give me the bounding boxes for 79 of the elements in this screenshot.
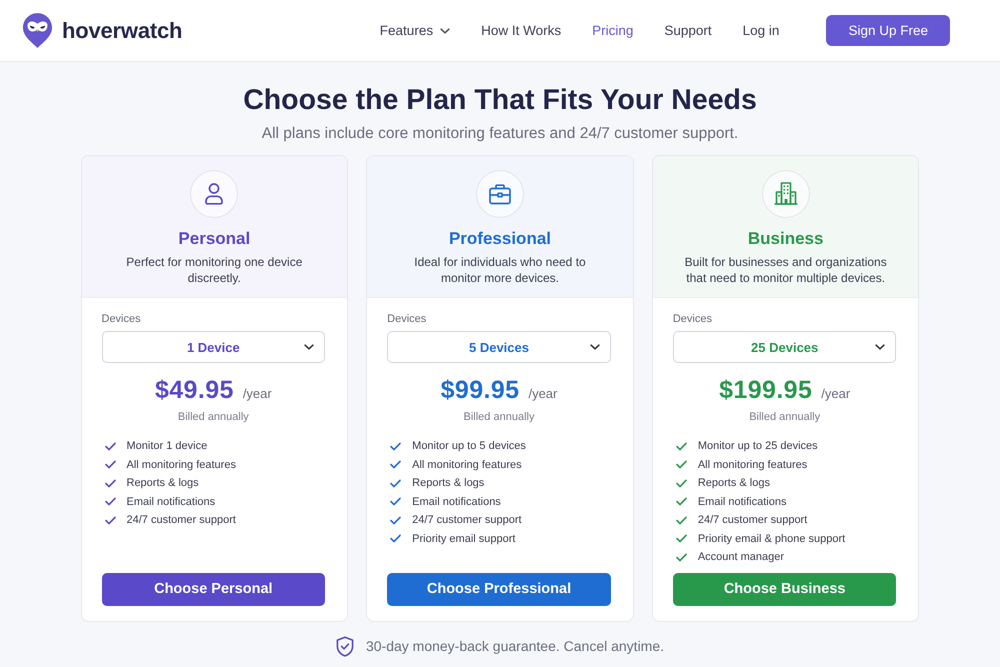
device-select[interactable]: 25 Devices [672,331,896,363]
chevron-down-icon [875,344,886,350]
check-icon [676,497,687,506]
feature-text: Email notifications [412,496,501,508]
price-amount: $199.95 [719,375,812,405]
guarantee-text: 30-day money-back guarantee. Cancel anytime. [366,637,664,656]
device-select[interactable]: 1 Device [102,331,326,363]
feature-text: Account manager [698,551,784,564]
device-select[interactable]: 5 Devices [387,331,611,363]
check-icon [390,478,402,488]
billing-note: Billed annually [462,410,536,424]
sign-up-button[interactable]: Sign Up Free [826,15,950,46]
price-period: /year [821,385,850,403]
plan-title: Personal [178,228,250,250]
check-icon [390,460,402,470]
price-amount: $99.95 [440,375,520,405]
check-icon [104,516,116,525]
chevron-down-icon [590,344,600,350]
plan-description: Ideal for individuals who need to monitor more devices. [413,254,587,286]
check-icon [390,534,402,544]
price-period: /year [242,385,272,403]
feature-text: All monitoring features [698,458,808,471]
feature-text: Priority email support [412,532,516,545]
feature-text: Reports & logs [412,477,484,490]
check-icon [390,442,402,451]
price-amount: $49.95 [154,375,234,405]
nav-link[interactable]: How It Works [481,23,562,38]
check-icon [104,497,116,506]
nav-link[interactable]: Log in [742,23,780,38]
briefcase-icon [476,170,524,218]
choose-plan-button[interactable]: Choose Personal [102,572,326,606]
feature-text: All monitoring features [412,458,522,471]
check-icon [676,534,687,544]
nav-link[interactable]: Support [664,23,712,38]
field-label: Devices [102,312,142,326]
check-icon [676,460,687,470]
feature-text: Monitor up to 25 devices [698,440,818,452]
feature-text: Monitor up to 5 devices [412,440,526,452]
check-icon [676,516,687,525]
plan-title: Professional [448,228,552,250]
chevron-down-icon [304,344,314,350]
feature-text: All monitoring features [126,458,236,471]
page-title: Choose the Plan That Fits Your Needs [242,83,758,117]
check-icon [104,478,116,488]
plan-description: Perfect for monitoring one device discreetly. [125,254,304,286]
feature-text: 24/7 customer support [126,514,236,526]
feature-text: Reports & logs [126,477,199,490]
choose-plan-button[interactable]: Choose Business [672,572,896,606]
check-icon [676,442,687,451]
feature-text: Monitor 1 device [126,440,208,452]
page-subtitle: All plans include core monitoring features and 24/7 customer support. [260,124,740,144]
check-icon [676,552,687,562]
plan-title: Business [748,228,824,250]
check-icon [390,516,402,525]
owl-logo-icon[interactable] [22,12,53,49]
feature-text: 24/7 customer support [698,514,808,526]
billing-note: Billed annually [176,410,250,424]
building-icon [762,170,810,218]
feature-text: 24/7 customer support [412,514,522,526]
choose-plan-button[interactable]: Choose Professional [387,572,611,606]
field-label: Devices [387,312,428,326]
field-label: Devices [672,312,713,326]
logo-wordmark[interactable]: hoverwatch [62,18,182,44]
chevron-down-icon [440,28,450,34]
check-icon [676,478,687,488]
shield-check-icon [336,636,354,656]
plan-description: Built for businesses and organizations that need to monitor multiple devices. [684,254,888,286]
feature-text: Email notifications [698,496,786,508]
check-icon [104,460,116,470]
nav-link[interactable]: Features [380,23,450,38]
check-icon [390,497,402,506]
check-icon [104,442,116,451]
price-period: /year [528,385,558,403]
feature-text: Email notifications [126,496,216,508]
feature-text: Reports & logs [698,477,770,490]
feature-text: Priority email & phone support [698,532,846,545]
nav-link[interactable]: Pricing [592,23,634,38]
billing-note: Billed annually [748,410,822,424]
person-icon [190,170,238,218]
